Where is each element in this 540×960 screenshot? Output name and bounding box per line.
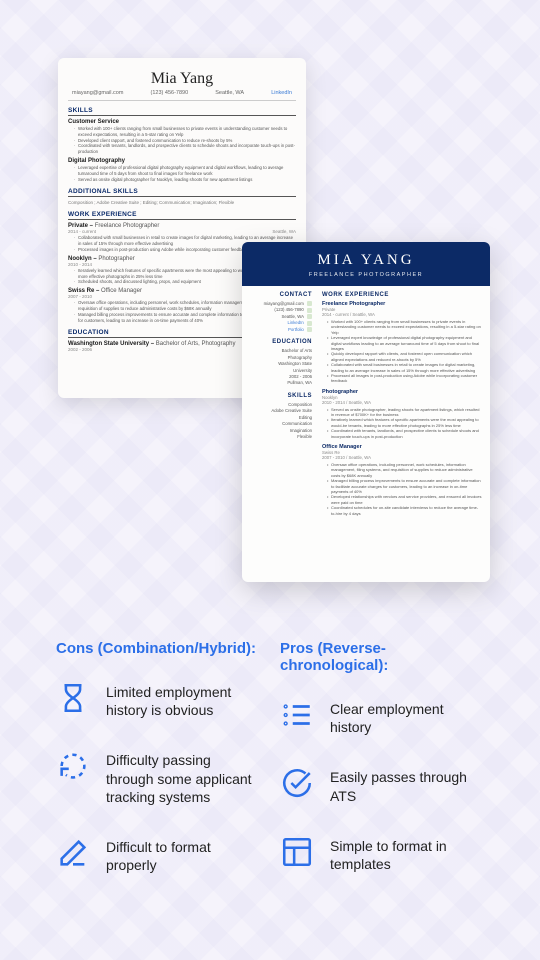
- resume-reverse-chrono: MIA YANG FREELANCE PHOTOGRAPHER CONTACT …: [242, 242, 490, 582]
- list-item: Leveraged expertise of professional digi…: [74, 165, 296, 177]
- resume2-we-h: WORK EXPERIENCE: [322, 292, 482, 298]
- list-item: Quickly developed rapport with clients, …: [327, 351, 482, 362]
- list-item: Worked with 100+ clients ranging from sm…: [74, 126, 296, 138]
- resume2-contact-h: CONTACT: [248, 292, 312, 298]
- list-item: Coordinated schedules for on-site candid…: [327, 505, 482, 516]
- list-item: Iteratively learned which features of sp…: [327, 417, 482, 428]
- cons-column: Cons (Combination/Hybrid): Limited emplo…: [56, 640, 260, 904]
- resume1-dp-list: Leveraged expertise of professional digi…: [74, 165, 296, 182]
- list-item: Collaborated with small businesses in re…: [327, 362, 482, 373]
- cons-item: Difficult to format properly: [56, 836, 260, 874]
- pros-item: Easily passes through ATS: [280, 766, 484, 804]
- email-icon: [307, 301, 312, 306]
- resume1-phone: (123) 456-7890: [151, 90, 189, 96]
- comparison-section: Cons (Combination/Hybrid): Limited emplo…: [0, 640, 540, 904]
- resume1-we-heading: WORK EXPERIENCE: [68, 211, 296, 220]
- list-icon: [280, 698, 314, 732]
- list-item: Leveraged expert knowledge of profession…: [327, 335, 482, 351]
- list-item: Served as onsite digital photographer fo…: [74, 177, 296, 183]
- list-item: Managed billing process improvements to …: [327, 478, 482, 494]
- link-icon: [307, 327, 312, 332]
- resume1-skills-heading: SKILLS: [68, 107, 296, 116]
- resume2-edu-h: EDUCATION: [248, 339, 312, 345]
- resume1-cs-heading: Customer Service: [68, 119, 296, 125]
- resume1-location: Seattle, WA: [215, 90, 244, 96]
- resume2-header: MIA YANG FREELANCE PHOTOGRAPHER: [242, 242, 490, 286]
- rotate-icon: [56, 749, 90, 783]
- pros-item: Simple to format in templates: [280, 835, 484, 873]
- link-icon: [307, 321, 312, 326]
- resume1-email: miayang@gmail.com: [72, 90, 123, 96]
- resume2-sidebar: CONTACT miayang@gmail.com (123) 456-7890…: [242, 286, 318, 522]
- resume2-name: MIA YANG: [242, 252, 490, 269]
- list-item: Processed all images in post-production …: [327, 373, 482, 384]
- resume1-name: Mia Yang: [68, 70, 296, 88]
- check-circle-icon: [280, 766, 314, 800]
- list-item: Worked with 100+ clients ranging from sm…: [327, 319, 482, 335]
- list-item: Coordinated with tenants, landlords, and…: [327, 428, 482, 439]
- resume1-linkedin[interactable]: LinkedIn: [271, 90, 292, 96]
- list-item: Oversaw office operations, including per…: [327, 462, 482, 478]
- resume2-skills-h: SKILLS: [248, 393, 312, 399]
- resume2-title: FREELANCE PHOTOGRAPHER: [242, 272, 490, 278]
- resume2-main: WORK EXPERIENCE Freelance Photographer P…: [318, 286, 490, 522]
- resume1-addl-heading: ADDITIONAL SKILLS: [68, 188, 296, 197]
- resume1-cs-list: Worked with 100+ clients ranging from sm…: [74, 126, 296, 155]
- cons-text: Difficult to format properly: [106, 836, 260, 874]
- resume2-linkedin[interactable]: LinkedIn: [288, 320, 304, 325]
- layout-icon: [280, 835, 314, 869]
- cons-item: Difficulty passing through some applican…: [56, 749, 260, 806]
- pros-column: Pros (Reverse-chronological): Clear empl…: [280, 640, 484, 904]
- edit-icon: [56, 836, 90, 870]
- list-item: Served as onsite photographer, leading s…: [327, 407, 482, 418]
- pros-text: Easily passes through ATS: [330, 766, 484, 804]
- location-icon: [307, 314, 312, 319]
- cons-text: Difficulty passing through some applican…: [106, 749, 260, 806]
- pros-text: Simple to format in templates: [330, 835, 484, 873]
- cons-heading: Cons (Combination/Hybrid):: [56, 640, 260, 657]
- resume2-portfolio[interactable]: Portfolio: [288, 327, 304, 332]
- resume1-addl-text: Composition ; Adobe Creative Suite ; Edi…: [68, 200, 296, 205]
- hourglass-icon: [56, 681, 90, 715]
- phone-icon: [307, 308, 312, 313]
- cons-text: Limited employment history is obvious: [106, 681, 260, 719]
- list-item: Coordinated with tenants, landlords, and…: [74, 143, 296, 155]
- cons-item: Limited employment history is obvious: [56, 681, 260, 719]
- resume1-dp-heading: Digital Photography: [68, 158, 296, 164]
- pros-text: Clear employment history: [330, 698, 484, 736]
- list-item: Developed relationships with vendors and…: [327, 494, 482, 505]
- pros-heading: Pros (Reverse-chronological):: [280, 640, 484, 674]
- pros-item: Clear employment history: [280, 698, 484, 736]
- resume1-contact: miayang@gmail.com (123) 456-7890 Seattle…: [68, 88, 296, 101]
